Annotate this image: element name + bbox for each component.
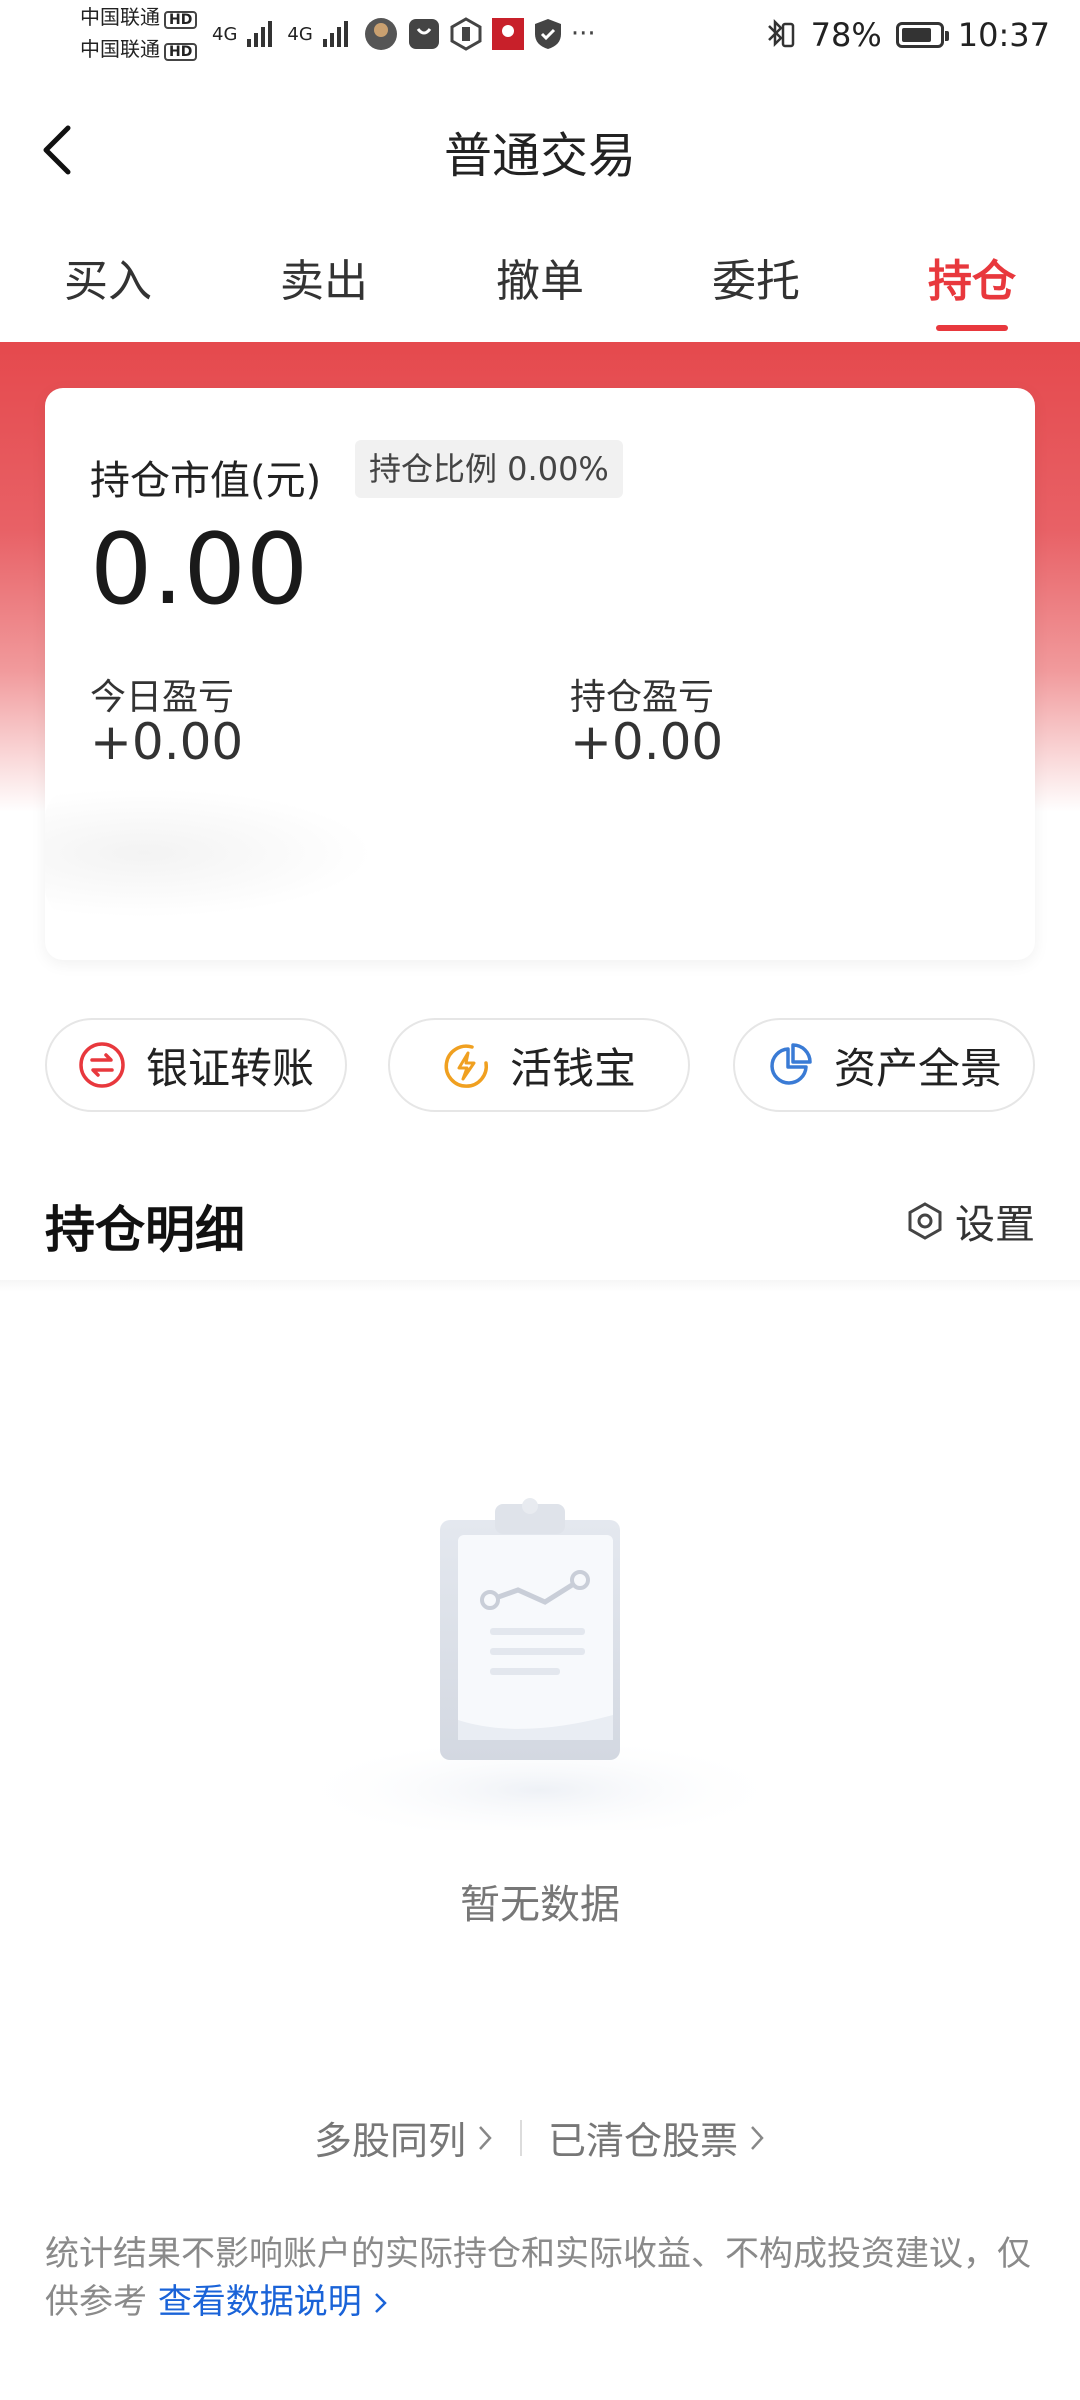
market-value: 0.00 (90, 513, 309, 627)
status-bar: 中国联通 HD 中国联通 HD 4G 4G ··· 78% 10:37 (0, 0, 1080, 70)
signal-icon (247, 21, 273, 47)
cleared-stocks-link[interactable]: 已清仓股票 (548, 2110, 766, 2165)
section-divider (0, 1280, 1080, 1292)
page-title: 普通交易 (443, 128, 636, 184)
network-type-2: 4G (287, 23, 313, 45)
position-pl-value: +0.00 (570, 713, 724, 771)
chevron-right-icon (479, 2125, 492, 2150)
hand-notification-icon (450, 17, 482, 51)
shield-notification-icon (534, 19, 561, 49)
chevron-right-icon (751, 2125, 764, 2150)
position-ratio-badge: 持仓比例 0.00% (355, 440, 623, 498)
status-right: 78% 10:37 (763, 16, 1050, 54)
hd-badge: HD (164, 11, 198, 29)
disclaimer: 统计结果不影响账户的实际持仓和实际收益、不构成投资建议，仅供参考 查看数据说明 (45, 2230, 1035, 2326)
signal-icon (322, 21, 348, 47)
settings-label: 设置 (955, 1202, 1035, 1248)
position-summary-card: 持仓市值(元) 持仓比例 0.00% 0.00 今日盈亏 +0.00 持仓盈亏 … (45, 388, 1035, 960)
tab-buy[interactable]: 买入 (0, 245, 216, 325)
settings-button[interactable]: 设置 (905, 1192, 1035, 1250)
data-explanation-label: 查看数据说明 (157, 2282, 362, 2322)
carrier-1: 中国联通 HD (80, 5, 198, 29)
gear-icon (908, 1202, 942, 1240)
bluetooth-vibrate-icon (767, 18, 794, 48)
today-pl-value: +0.00 (90, 713, 244, 771)
lightning-icon (444, 1044, 488, 1088)
asset-overview-label: 资产全景 (833, 1043, 1002, 1093)
tab-cancel[interactable]: 撤单 (432, 245, 648, 325)
pie-icon (770, 1043, 812, 1085)
status-icons: 4G 4G ··· (212, 16, 596, 52)
transfer-icon (79, 1042, 125, 1088)
battery-percent: 78% (810, 16, 882, 54)
chevron-right-icon (374, 2293, 387, 2313)
bag-notification-icon (408, 19, 439, 49)
tab-positions[interactable]: 持仓 (864, 245, 1080, 325)
network-type: 4G (212, 23, 238, 45)
avatar-notification-icon (364, 18, 397, 50)
huoqianbao-button[interactable]: 活钱宝 (388, 1018, 690, 1112)
market-value-label: 持仓市值(元) (90, 458, 322, 504)
empty-state-text: 暂无数据 (460, 1882, 620, 1928)
blurred-area (45, 788, 375, 918)
clock: 10:37 (957, 16, 1050, 54)
holdings-links: 多股同列 已清仓股票 (0, 2110, 1080, 2165)
empty-clipboard-illustration (290, 1498, 790, 1830)
more-notifications-icon: ··· (570, 19, 596, 49)
data-explanation-link[interactable]: 查看数据说明 (158, 2282, 389, 2322)
hd-badge: HD (164, 43, 198, 61)
multi-stock-label: 多股同列 (313, 2119, 466, 2163)
link-separator (520, 2119, 522, 2156)
huoqianbao-label: 活钱宝 (509, 1043, 636, 1093)
tab-sell[interactable]: 卖出 (216, 245, 432, 325)
asset-overview-button[interactable]: 资产全景 (733, 1018, 1035, 1112)
trade-tabs: 买入 卖出 撤单 委托 持仓 (0, 245, 1080, 325)
cleared-stocks-label: 已清仓股票 (548, 2119, 739, 2163)
battery-icon (895, 22, 949, 48)
carrier-1-label: 中国联通 (80, 5, 160, 29)
app-notification-icon (491, 18, 524, 50)
holdings-title: 持仓明细 (45, 1201, 245, 1259)
multi-stock-link[interactable]: 多股同列 (314, 2110, 494, 2165)
carrier-2: 中国联通 HD (80, 37, 198, 61)
bank-transfer-button[interactable]: 银证转账 (45, 1018, 347, 1112)
tab-orders[interactable]: 委托 (648, 245, 864, 325)
carrier-2-label: 中国联通 (80, 37, 160, 61)
bank-transfer-label: 银证转账 (145, 1043, 314, 1093)
